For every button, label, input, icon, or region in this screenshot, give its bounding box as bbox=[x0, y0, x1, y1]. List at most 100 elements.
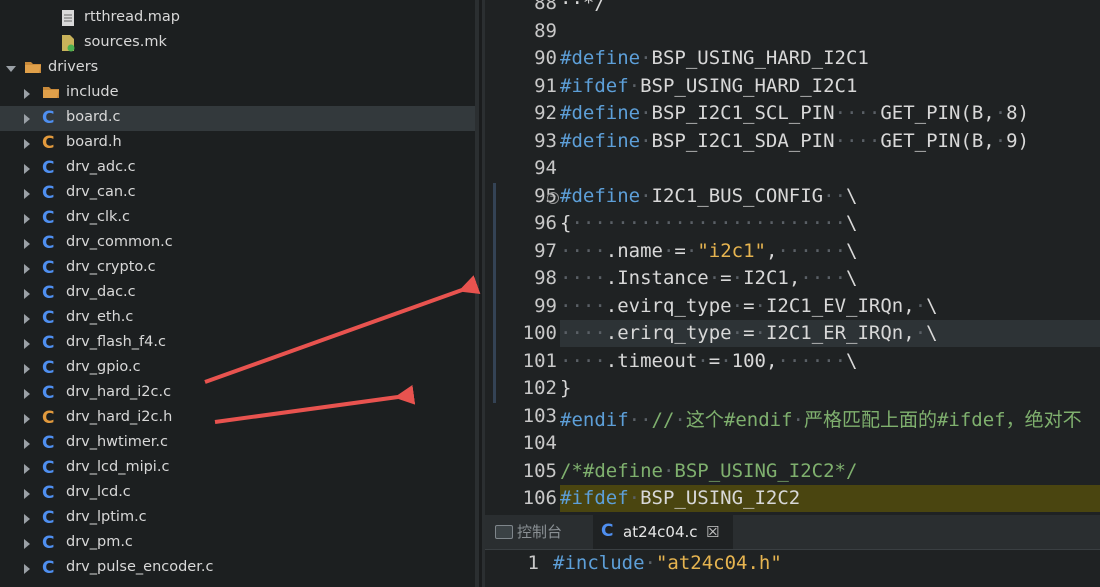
c-file-icon: C bbox=[42, 183, 55, 203]
code-token: ···· bbox=[560, 322, 606, 344]
tree-item-label: sources.mk bbox=[84, 34, 167, 50]
chevron-right-icon[interactable] bbox=[24, 489, 30, 499]
code-token: · bbox=[662, 239, 675, 262]
code-line[interactable]: ····.evirq_type·=·I2C1_EV_IRQn,·\ bbox=[560, 295, 938, 317]
chevron-right-icon[interactable] bbox=[24, 239, 30, 249]
code-line[interactable]: #define·BSP_I2C1_SCL_PIN····GET_PIN(B,·8… bbox=[560, 102, 1029, 124]
tree-item[interactable]: Cdrv_lcd.c bbox=[0, 481, 475, 506]
tree-item[interactable]: sources.mk bbox=[0, 31, 475, 56]
code-token: \ bbox=[846, 239, 858, 262]
tree-item[interactable]: Cdrv_crypto.c bbox=[0, 256, 475, 281]
chevron-right-icon[interactable] bbox=[24, 289, 30, 299]
code-line[interactable]: {························\ bbox=[560, 212, 857, 234]
code-token: BSP_USING_I2C2 bbox=[640, 487, 801, 509]
chevron-right-icon[interactable] bbox=[24, 364, 30, 374]
tree-item[interactable]: Cdrv_dac.c bbox=[0, 281, 475, 306]
code-token: = bbox=[743, 322, 755, 344]
code-token: · bbox=[914, 294, 927, 317]
code-token: BSP_USING_HARD_I2C1 bbox=[651, 47, 869, 69]
tree-item[interactable]: rtthread.map bbox=[0, 6, 475, 31]
chevron-right-icon[interactable] bbox=[24, 214, 30, 224]
chevron-right-icon[interactable] bbox=[24, 389, 30, 399]
code-token: { bbox=[560, 212, 572, 234]
code-token: .name bbox=[605, 239, 663, 262]
tree-item[interactable]: drivers bbox=[0, 56, 475, 81]
code-token: · bbox=[640, 184, 652, 207]
code-token: · bbox=[628, 74, 641, 97]
tree-item[interactable]: Cdrv_common.c bbox=[0, 231, 475, 256]
chevron-right-icon[interactable] bbox=[24, 189, 30, 199]
code-line[interactable]: #define·BSP_I2C1_SDA_PIN····GET_PIN(B,·9… bbox=[560, 130, 1029, 152]
chevron-right-icon[interactable] bbox=[24, 514, 30, 524]
c-file-icon: C bbox=[42, 208, 55, 228]
chevron-right-icon[interactable] bbox=[24, 139, 30, 149]
chevron-right-icon[interactable] bbox=[24, 439, 30, 449]
line-number: 88 bbox=[534, 0, 557, 14]
tree-item-label: board.h bbox=[66, 134, 122, 150]
close-icon[interactable]: ☒ bbox=[706, 515, 719, 549]
tree-item[interactable]: Cdrv_flash_f4.c bbox=[0, 331, 475, 356]
code-line[interactable]: ····.timeout·=·100,······\ bbox=[560, 350, 858, 372]
line-number: 97 bbox=[534, 239, 557, 262]
code-line[interactable]: /*#define·BSP_USING_I2C2*/ bbox=[560, 460, 857, 482]
tree-item[interactable]: Cdrv_hard_i2c.h bbox=[0, 406, 475, 431]
tree-item-label: drv_lcd_mipi.c bbox=[66, 459, 170, 475]
code-token: = bbox=[674, 239, 686, 262]
code-line[interactable]: #include·"at24c04.h" bbox=[553, 552, 782, 574]
tree-item[interactable]: Cdrv_pm.c bbox=[0, 531, 475, 556]
tab-at24c04[interactable]: C at24c04.c ☒ bbox=[593, 515, 733, 549]
tree-item[interactable]: Cdrv_eth.c bbox=[0, 306, 475, 331]
fold-toggle-icon[interactable]: − bbox=[547, 191, 559, 204]
tree-item[interactable]: Cboard.c bbox=[0, 106, 475, 131]
code-token: .evirq_type bbox=[605, 294, 732, 317]
code-token: #ifdef bbox=[560, 487, 629, 509]
tree-item[interactable]: Cdrv_adc.c bbox=[0, 156, 475, 181]
chevron-right-icon[interactable] bbox=[24, 564, 30, 574]
tree-item[interactable]: Cdrv_can.c bbox=[0, 181, 475, 206]
tree-item[interactable]: Cdrv_lptim.c bbox=[0, 506, 475, 531]
chevron-right-icon[interactable] bbox=[24, 164, 30, 174]
chevron-right-icon[interactable] bbox=[24, 89, 30, 99]
tree-item[interactable]: include bbox=[0, 81, 475, 106]
tab-console[interactable]: 控制台 bbox=[487, 515, 587, 549]
code-token: #define bbox=[560, 47, 641, 69]
code-line[interactable]: } bbox=[560, 377, 571, 399]
tree-item-label: drv_flash_f4.c bbox=[66, 334, 166, 350]
code-token: · bbox=[697, 349, 709, 372]
c-file-icon: C bbox=[42, 433, 55, 453]
code-line[interactable]: #define·BSP_USING_HARD_I2C1 bbox=[560, 47, 869, 69]
project-explorer: rtthread.map sources.mk drivers include Cboa… bbox=[0, 0, 475, 587]
code-token: } bbox=[560, 377, 572, 399]
c-file-icon: C bbox=[42, 358, 55, 378]
code-line[interactable]: #ifdef·BSP_USING_I2C2 bbox=[560, 487, 800, 509]
chevron-right-icon[interactable] bbox=[24, 464, 30, 474]
code-line[interactable]: ····.erirq_type·=·I2C1_ER_IRQn,·\ bbox=[560, 322, 938, 344]
code-token: .Instance bbox=[605, 267, 709, 289]
code-line[interactable]: ····.Instance·=·I2C1,····\ bbox=[560, 267, 858, 289]
code-token: ··*/ bbox=[560, 0, 606, 14]
tree-item[interactable]: Cdrv_hard_i2c.c bbox=[0, 381, 475, 406]
code-token: , bbox=[765, 239, 778, 262]
code-line[interactable]: ··*/ bbox=[560, 0, 606, 14]
code-line[interactable]: #endif··//·这个#endif·严格匹配上面的#ifdef，绝对不 bbox=[560, 405, 1082, 432]
tree-item[interactable]: Cdrv_clk.c bbox=[0, 206, 475, 231]
chevron-right-icon[interactable] bbox=[24, 114, 30, 124]
chevron-right-icon[interactable] bbox=[24, 264, 30, 274]
tree-item-label: drv_lcd.c bbox=[66, 484, 131, 500]
chevron-right-icon[interactable] bbox=[24, 314, 30, 324]
c-file-icon: C bbox=[42, 283, 55, 303]
chevron-down-icon[interactable] bbox=[6, 66, 16, 72]
tree-item[interactable]: Cdrv_hwtimer.c bbox=[0, 431, 475, 456]
code-line[interactable]: ····.name·=·"i2c1",······\ bbox=[560, 240, 858, 262]
tree-item[interactable]: Cdrv_pulse_encoder.c bbox=[0, 556, 475, 581]
chevron-right-icon[interactable] bbox=[24, 539, 30, 549]
tree-item[interactable]: Cdrv_gpio.c bbox=[0, 356, 475, 381]
line-number: 90 bbox=[534, 47, 557, 69]
chevron-right-icon[interactable] bbox=[24, 414, 30, 424]
chevron-right-icon[interactable] bbox=[24, 339, 30, 349]
code-line[interactable]: #define·I2C1_BUS_CONFIG··\ bbox=[560, 185, 857, 207]
tree-item[interactable]: Cdrv_lcd_mipi.c bbox=[0, 456, 475, 481]
code-editor[interactable]: 88 89 90 91 92 93 94 95−96 97 98 99 100 101 102 103 104… bbox=[485, 0, 1100, 515]
code-line[interactable]: #ifdef·BSP_USING_HARD_I2C1 bbox=[560, 75, 857, 97]
tree-item[interactable]: Cboard.h bbox=[0, 131, 475, 156]
